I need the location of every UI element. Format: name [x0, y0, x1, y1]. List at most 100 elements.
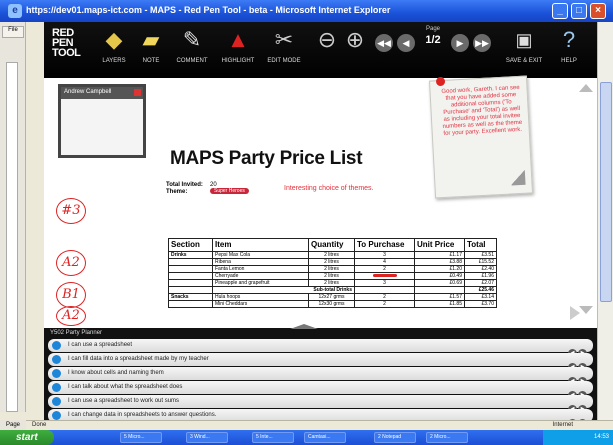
cell-unit-price: £1.57	[414, 293, 465, 301]
close-button[interactable]: ×	[590, 3, 606, 19]
party-planner-panel: Y502 Party Planner I can use a spreadshe…	[44, 324, 597, 428]
cell-item: Pepsi Max Cola	[212, 251, 309, 259]
document-page: Andrew Campbell MAPS Party Price List To…	[44, 75, 597, 328]
taskbar-item[interactable]: 2 Micro...	[426, 432, 468, 443]
table-row: Cherryade 2 litres £0.49 £1.96	[168, 272, 497, 280]
column-header: Section	[168, 238, 213, 252]
zoom-out-button[interactable]: ⊖	[316, 26, 338, 76]
page-forward-icon[interactable]	[570, 306, 580, 320]
note-icon: ▰	[142, 27, 160, 52]
cell-to-purchase	[354, 286, 415, 294]
last-page-button[interactable]: ▶▶	[472, 26, 492, 76]
cell-unit-price: £1.20	[414, 265, 465, 273]
cell-quantity: 12x27 grms	[308, 293, 355, 301]
info-icon	[52, 355, 61, 364]
planner-item[interactable]: I know about cells and naming them ◀▶	[48, 367, 593, 386]
scrollbar-thumb[interactable]	[600, 82, 612, 302]
panel-drag-handle[interactable]	[290, 324, 318, 329]
highlight-button[interactable]: ▲ HIGHLIGHT	[216, 26, 260, 76]
column-header: Quantity	[308, 238, 355, 252]
zoom-in-button[interactable]: ⊕	[344, 26, 366, 76]
comment-icon: ✎	[182, 27, 202, 52]
edit-mode-button[interactable]: ✂ EDIT MODE	[262, 26, 306, 76]
table-row: Fanta Lemon 2 litres 2 £1.20 £2.40	[168, 265, 497, 273]
start-button[interactable]: start	[0, 430, 54, 445]
maximize-button[interactable]: □	[571, 3, 587, 19]
cell-total: £3.51	[464, 251, 497, 259]
planner-item[interactable]: I can use a spreadsheet ◀▶	[48, 339, 593, 358]
pin-icon	[435, 76, 446, 87]
sticky-note[interactable]: Good work, Gareth. I can see that you ha…	[428, 75, 534, 199]
subtotal-value: £25.46	[464, 286, 497, 294]
cell-item: Ribena	[212, 258, 309, 266]
zoom-in-icon: ⊕	[345, 27, 365, 52]
scissors-icon: ✂	[274, 27, 294, 52]
cell-unit-price	[414, 286, 465, 294]
column-header: Unit Price	[414, 238, 465, 252]
cell-section	[168, 265, 213, 273]
taskbar-item[interactable]: 2 Notepad	[374, 432, 416, 443]
cell-total: £2.07	[464, 279, 497, 287]
cell-to-purchase: 3	[354, 279, 415, 287]
taskbar-item[interactable]: Camtasi...	[304, 432, 346, 443]
cell-section	[168, 279, 213, 287]
sticky-note-text: Good work, Gareth. I can see that you ha…	[441, 84, 523, 137]
cell-section	[168, 300, 213, 308]
margin-mark[interactable]: A2	[56, 250, 86, 276]
security-zone: Internet	[552, 422, 573, 428]
margin-mark[interactable]: #3	[56, 198, 86, 224]
note-button[interactable]: ▰ NOTE	[136, 26, 166, 76]
cell-to-purchase-scribble[interactable]	[354, 272, 415, 280]
column-header: Total	[464, 238, 497, 252]
table-row: Mini Cheddars 12x30 grms 2 £1.85 £3.70	[168, 300, 497, 308]
browser-scrollbar[interactable]	[597, 22, 613, 420]
page-indicator: Page 1/2	[418, 26, 448, 76]
cell-item: Cherryade	[212, 272, 309, 280]
cell-unit-price: £0.49	[414, 272, 465, 280]
file-menu-fragment[interactable]: File	[2, 26, 24, 38]
planner-item[interactable]: I can talk about what the spreadsheet do…	[48, 381, 593, 400]
logo-line-3: TOOL	[52, 47, 81, 59]
toolbar: RED PEN TOOL ◆ LAYERS ▰ NOTE ✎ COMMENT ▲…	[44, 22, 597, 78]
info-icon	[52, 383, 61, 392]
planner-item-text: I can use a spreadsheet to work out sums	[68, 398, 180, 404]
taskbar-item[interactable]: 3 Wind...	[186, 432, 228, 443]
planner-item[interactable]: I can fill data into a spreadsheet made …	[48, 353, 593, 372]
total-invited-label: Total Invited:	[166, 182, 203, 188]
margin-mark[interactable]: B1	[56, 282, 86, 308]
minimize-button[interactable]: _	[552, 3, 568, 19]
layers-button[interactable]: ◆ LAYERS	[94, 26, 134, 76]
first-page-button[interactable]: ◀◀	[374, 26, 394, 76]
planner-item[interactable]: I can use a spreadsheet to work out sums…	[48, 395, 593, 414]
next-icon: ▶	[451, 34, 469, 52]
panel-close-icon[interactable]	[134, 89, 141, 96]
cell-item: Hula hoops	[212, 293, 309, 301]
theme-value-highlighted[interactable]: Super Heroes	[210, 188, 249, 194]
taskbar: start 5 Micro... 3 Wind... 5 Inte... Cam…	[0, 430, 613, 445]
margin-mark[interactable]: A2	[56, 306, 86, 326]
theme-comment[interactable]: Interesting choice of themes.	[284, 185, 374, 192]
system-tray-clock: 14:53	[543, 430, 613, 445]
cell-quantity: 2 litres	[308, 251, 355, 259]
page-label: Page	[425, 26, 440, 32]
theme-label: Theme:	[166, 189, 188, 195]
table-row: Pineapple and grapefruit 2 litres 3 £0.6…	[168, 279, 497, 287]
taskbar-item[interactable]: 5 Micro...	[120, 432, 162, 443]
table-row: Ribena 2 litres 4 £3.88 £15.52	[168, 258, 497, 266]
taskbar-item[interactable]: 5 Inte...	[252, 432, 294, 443]
cell-to-purchase: 2	[354, 300, 415, 308]
scroll-down-icon[interactable]	[579, 306, 593, 314]
comment-button[interactable]: ✎ COMMENT	[170, 26, 214, 76]
next-page-button[interactable]: ▶	[450, 26, 470, 76]
cell-quantity: 2 litres	[308, 265, 355, 273]
planner-item-text: I know about cells and naming them	[68, 370, 164, 376]
student-name-panel[interactable]: Andrew Campbell	[58, 84, 146, 158]
previous-page-button[interactable]: ◀	[396, 26, 416, 76]
cell-item: Pineapple and grapefruit	[212, 279, 309, 287]
red-pen-scribble	[372, 274, 397, 277]
save-exit-button[interactable]: ▣ SAVE & EXIT	[504, 26, 544, 76]
cell-unit-price: £0.69	[414, 279, 465, 287]
help-button[interactable]: ? HELP	[554, 26, 584, 76]
scroll-up-icon[interactable]	[579, 84, 593, 92]
cell-total: £3.70	[464, 300, 497, 308]
